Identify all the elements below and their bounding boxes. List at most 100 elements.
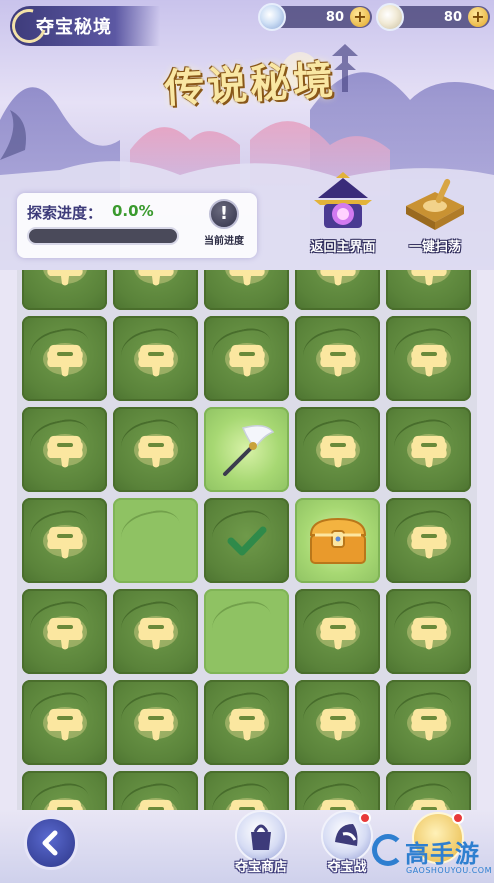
board-grid <box>22 270 471 810</box>
lock-seal-icon <box>42 433 87 467</box>
quick-sweep-button[interactable]: 一键扫荡 <box>390 172 480 255</box>
current-progress-label: 当前进度 <box>204 236 244 247</box>
board-tile-2-3[interactable] <box>295 407 380 492</box>
board-tile-3-2[interactable] <box>204 498 289 583</box>
board-tile-5-2[interactable] <box>204 680 289 765</box>
lock-seal-icon <box>315 615 360 649</box>
return-main-button[interactable]: 返回主界面 <box>298 172 388 255</box>
lock-seal-icon <box>316 797 359 810</box>
shop-bag-icon <box>235 810 287 862</box>
lock-seal-icon <box>315 342 360 376</box>
currency-pearl: 80 + <box>376 3 490 31</box>
lock-seal-icon <box>225 797 268 810</box>
lock-seal-icon <box>406 270 451 285</box>
pearl-shell-icon <box>376 3 404 31</box>
board-tile-6-0[interactable] <box>22 771 107 810</box>
add-pearl-button[interactable]: + <box>468 7 488 27</box>
board-tile-4-0[interactable] <box>22 589 107 674</box>
board-tile-6-2[interactable] <box>204 771 289 810</box>
board-tile-0-0[interactable] <box>22 270 107 310</box>
add-silver-button[interactable]: + <box>350 7 370 27</box>
lock-seal-icon <box>133 342 178 376</box>
page-title-badge: 夺宝秘境 <box>5 2 160 50</box>
lock-seal-icon <box>133 270 178 285</box>
lock-seal-icon <box>407 797 450 810</box>
treasure-board <box>17 270 477 810</box>
lock-seal-icon <box>133 433 178 467</box>
currency-silver-amount: 80 <box>325 9 344 25</box>
lock-seal-icon <box>406 524 451 558</box>
lock-seal-icon <box>134 797 177 810</box>
board-tile-3-1[interactable] <box>113 498 198 583</box>
board-tile-6-1[interactable] <box>113 771 198 810</box>
lock-seal-icon <box>224 270 269 285</box>
board-tile-0-4[interactable] <box>386 270 471 310</box>
banner-title: 传说秘境 <box>163 56 338 113</box>
board-tile-5-4[interactable] <box>386 680 471 765</box>
lock-seal-icon <box>42 524 87 558</box>
board-tile-4-1[interactable] <box>113 589 198 674</box>
watermark-logo-icon <box>372 834 404 866</box>
progress-label: 探索进度： <box>27 204 103 222</box>
pagoda-portal-icon <box>308 172 378 234</box>
board-tile-0-3[interactable] <box>295 270 380 310</box>
return-main-label: 返回主界面 <box>310 240 376 255</box>
notification-dot <box>452 812 464 824</box>
board-tile-2-1[interactable] <box>113 407 198 492</box>
board-tile-5-1[interactable] <box>113 680 198 765</box>
lock-seal-icon <box>406 706 451 740</box>
lock-seal-icon <box>315 433 360 467</box>
board-tile-2-0[interactable] <box>22 407 107 492</box>
treasure-chest-icon <box>309 517 366 564</box>
board-tile-5-0[interactable] <box>22 680 107 765</box>
watermark-text: 高手游 <box>405 840 480 868</box>
watermark-sub: GAOSHOUYOU.COM <box>406 866 493 875</box>
exclamation-icon: ! <box>209 199 239 229</box>
lock-seal-icon <box>133 615 178 649</box>
back-arrow-icon <box>42 830 58 856</box>
current-progress-button[interactable]: ! 当前进度 <box>195 199 253 247</box>
checkmark-icon <box>227 526 266 555</box>
board-tile-2-2[interactable] <box>204 407 289 492</box>
board-tile-0-2[interactable] <box>204 270 289 310</box>
board-tile-4-2[interactable] <box>204 589 289 674</box>
board-tile-4-3[interactable] <box>295 589 380 674</box>
board-tile-0-1[interactable] <box>113 270 198 310</box>
page-title: 夺宝秘境 <box>36 17 112 38</box>
board-tile-2-4[interactable] <box>386 407 471 492</box>
lock-seal-icon <box>406 342 451 376</box>
board-tile-3-4[interactable] <box>386 498 471 583</box>
lock-seal-icon <box>42 706 87 740</box>
board-tile-1-4[interactable] <box>386 316 471 401</box>
quick-sweep-label: 一键扫荡 <box>408 240 461 255</box>
lock-seal-icon <box>42 270 87 285</box>
silver-orb-icon <box>258 3 286 31</box>
board-tile-3-3[interactable] <box>295 498 380 583</box>
board-tile-1-2[interactable] <box>204 316 289 401</box>
exploration-progress-panel: 探索进度： 0.0% ! 当前进度 <box>17 193 257 258</box>
lock-seal-icon <box>315 706 360 740</box>
lock-seal-icon <box>315 270 360 285</box>
lock-seal-icon <box>406 433 451 467</box>
lock-seal-icon <box>42 615 87 649</box>
lock-seal-icon <box>133 706 178 740</box>
lock-seal-icon <box>43 797 86 810</box>
board-tile-1-3[interactable] <box>295 316 380 401</box>
currency-silver: 80 + <box>258 3 372 31</box>
board-tile-3-0[interactable] <box>22 498 107 583</box>
lock-seal-icon <box>224 342 269 376</box>
board-tile-6-4[interactable] <box>386 771 471 810</box>
watermark: 高手游 GAOSHOUYOU.COM <box>368 826 494 883</box>
lock-seal-icon <box>406 615 451 649</box>
treasure-shop-button[interactable]: 夺宝商店 <box>226 810 296 875</box>
board-tile-4-4[interactable] <box>386 589 471 674</box>
notification-dot <box>359 812 371 824</box>
board-tile-6-3[interactable] <box>295 771 380 810</box>
board-tile-1-1[interactable] <box>113 316 198 401</box>
treasure-tray-icon <box>400 172 470 234</box>
treasure-shop-label: 夺宝商店 <box>234 860 287 875</box>
board-tile-5-3[interactable] <box>295 680 380 765</box>
currency-pearl-amount: 80 <box>443 9 462 25</box>
board-tile-1-0[interactable] <box>22 316 107 401</box>
back-button[interactable] <box>24 816 78 870</box>
